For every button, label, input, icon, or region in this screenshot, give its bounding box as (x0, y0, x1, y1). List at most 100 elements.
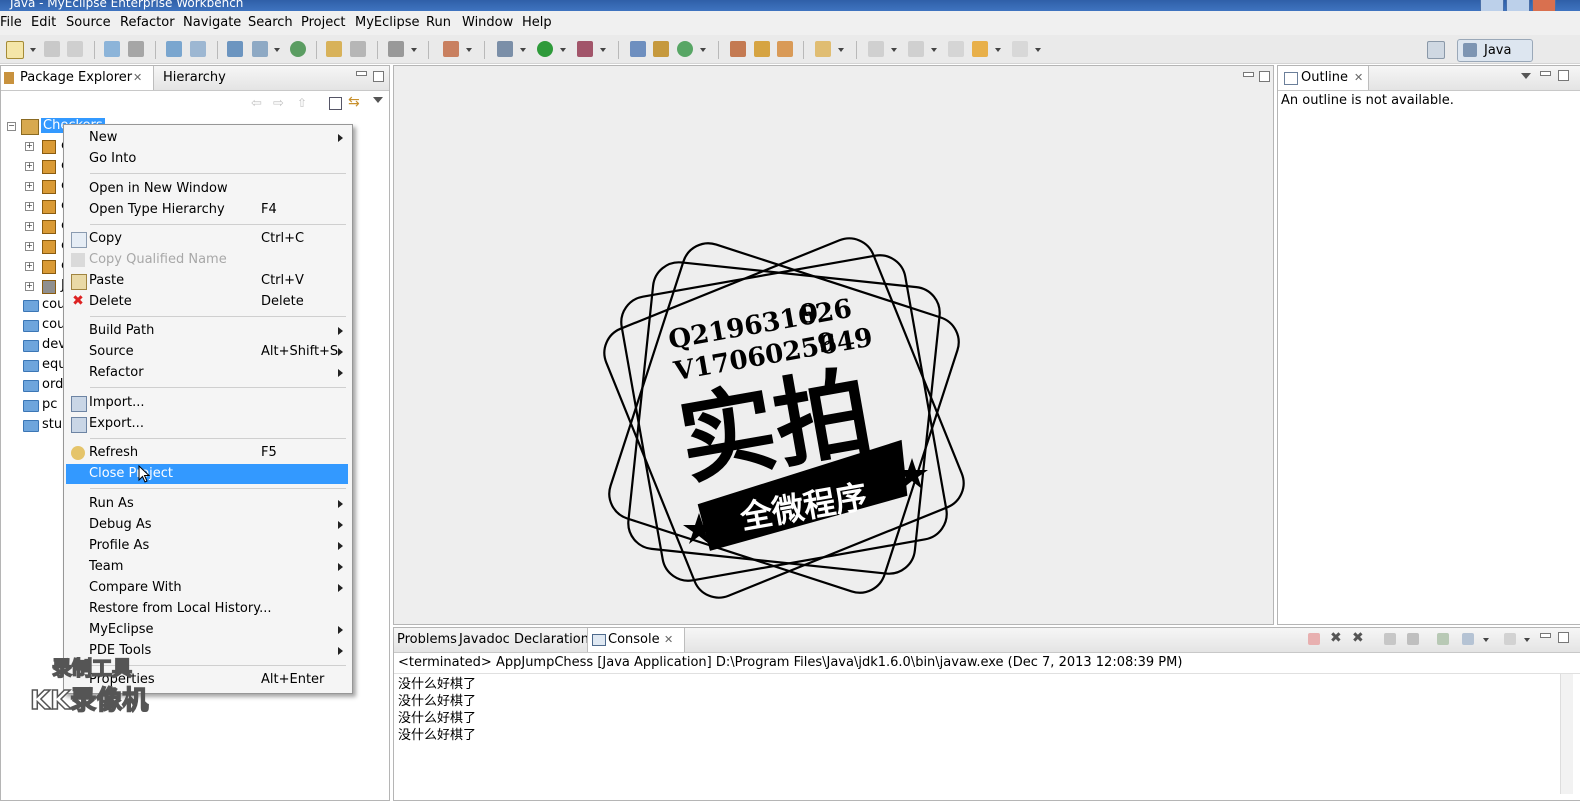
minimize-button[interactable] (1480, 0, 1504, 11)
menu-window[interactable]: Window (462, 15, 513, 30)
maximize-view-icon[interactable] (1558, 632, 1569, 643)
dropdown-arrow-icon[interactable] (995, 48, 1001, 52)
menu-item-myeclipse[interactable]: MyEclipse (66, 620, 348, 640)
minimize-view-icon[interactable] (1540, 633, 1551, 638)
save-icon[interactable] (44, 41, 60, 57)
minimize-view-icon[interactable] (1540, 71, 1551, 76)
dropdown-arrow-icon[interactable] (931, 48, 937, 52)
next-annotation-icon[interactable] (868, 41, 884, 57)
open-perspective-icon[interactable] (1427, 41, 1445, 59)
tab-declaration[interactable]: Declaration (514, 628, 589, 652)
display-console-icon[interactable] (1462, 633, 1474, 645)
terminate-icon[interactable] (1308, 633, 1320, 645)
forward-icon[interactable]: ⇨ (273, 96, 284, 111)
menu-item-debug-as[interactable]: Debug As (66, 515, 348, 535)
new-class-icon[interactable] (677, 41, 693, 57)
previous-annotation-icon[interactable] (908, 41, 924, 57)
menu-item-source[interactable]: Source Alt+Shift+S (66, 342, 348, 362)
menu-project[interactable]: Project (301, 15, 345, 30)
tab-outline[interactable]: Outline ✕ (1278, 66, 1369, 90)
dropdown-arrow-icon[interactable] (274, 48, 280, 52)
dropdown-arrow-icon[interactable] (30, 48, 36, 52)
java-perspective-button[interactable]: Java (1457, 39, 1533, 62)
new-icon[interactable] (6, 41, 24, 59)
collapse-all-icon[interactable] (329, 97, 342, 110)
menu-item-run-as[interactable]: Run As (66, 494, 348, 514)
tree-item[interactable]: +c (25, 258, 68, 276)
tools-icon[interactable] (443, 41, 459, 57)
external-tools-icon[interactable] (577, 41, 593, 57)
open-console-icon[interactable] (1504, 633, 1516, 645)
deploy-icon[interactable] (227, 41, 243, 57)
menu-item-refactor[interactable]: Refactor (66, 363, 348, 383)
menu-item-profile-as[interactable]: Profile As (66, 536, 348, 556)
menu-item-team[interactable]: Team (66, 557, 348, 577)
close-tab-icon[interactable]: ✕ (133, 66, 142, 90)
link-with-editor-icon[interactable]: ⇆ (348, 94, 360, 110)
back-icon[interactable]: ⇦ (251, 96, 262, 111)
tree-item[interactable]: +c (25, 198, 68, 216)
menu-item-compare-with[interactable]: Compare With (66, 578, 348, 598)
dropdown-arrow-icon[interactable] (600, 48, 606, 52)
menu-item-copy[interactable]: Copy Ctrl+C (66, 229, 348, 249)
menu-item-restore-local-history[interactable]: Restore from Local History... (66, 599, 348, 619)
build-icon[interactable] (104, 41, 120, 57)
search-icon[interactable] (777, 41, 793, 57)
scroll-lock-icon[interactable] (1407, 633, 1419, 645)
new-java-project-icon[interactable] (630, 41, 646, 57)
server-icon[interactable] (166, 41, 182, 57)
menu-navigate[interactable]: Navigate (183, 15, 241, 30)
maximize-button[interactable] (1506, 0, 1530, 11)
console-scrollbar[interactable] (1560, 674, 1573, 794)
tab-console[interactable]: Console ✕ (587, 628, 685, 652)
open-file-icon[interactable] (350, 41, 366, 57)
dropdown-arrow-icon[interactable] (466, 48, 472, 52)
forward-arrow-icon[interactable] (1012, 41, 1028, 57)
menu-run[interactable]: Run (426, 15, 451, 30)
menu-item-paste[interactable]: Paste Ctrl+V (66, 271, 348, 291)
menu-item-open-in-new-window[interactable]: Open in New Window (66, 179, 348, 199)
menu-item-new[interactable]: New (66, 128, 348, 148)
menu-item-open-type-hierarchy[interactable]: Open Type Hierarchy F4 (66, 200, 348, 220)
dropdown-arrow-icon[interactable] (1524, 638, 1530, 642)
menu-file[interactable]: File (0, 15, 22, 30)
up-icon[interactable]: ⇧ (297, 96, 307, 110)
new-package-icon[interactable] (653, 41, 669, 57)
dropdown-arrow-icon[interactable] (1483, 638, 1489, 642)
maximize-view-icon[interactable] (1558, 70, 1569, 81)
menu-item-go-into[interactable]: Go Into (66, 149, 348, 169)
tab-problems[interactable]: Problems (397, 628, 457, 652)
dropdown-arrow-icon[interactable] (838, 48, 844, 52)
publish-icon[interactable] (252, 41, 268, 57)
dropdown-arrow-icon[interactable] (560, 48, 566, 52)
menu-myeclipse[interactable]: MyEclipse (355, 15, 420, 30)
collapse-icon[interactable]: − (7, 122, 16, 131)
dropdown-arrow-icon[interactable] (520, 48, 526, 52)
menu-help[interactable]: Help (522, 15, 552, 30)
minimize-view-icon[interactable] (356, 71, 367, 76)
maximize-view-icon[interactable] (373, 71, 384, 82)
tab-javadoc[interactable]: Javadoc (459, 628, 511, 652)
menu-edit[interactable]: Edit (31, 15, 56, 30)
minimize-view-icon[interactable] (1243, 72, 1254, 77)
tree-item[interactable]: +c (25, 158, 68, 176)
menu-item-delete[interactable]: ✖ Delete Delete (66, 292, 348, 312)
menu-search[interactable]: Search (248, 15, 293, 30)
menu-item-import[interactable]: Import... (66, 393, 348, 413)
tab-package-explorer[interactable]: Package Explorer ✕ (1, 66, 154, 90)
pin-console-icon[interactable] (1437, 633, 1449, 645)
menu-source[interactable]: Source (66, 15, 111, 30)
open-task-icon[interactable] (754, 41, 770, 57)
tree-item[interactable]: +c (25, 138, 68, 156)
calendar-icon[interactable] (128, 41, 144, 57)
close-button[interactable] (1532, 0, 1556, 11)
close-tab-icon[interactable]: ✕ (664, 628, 673, 652)
save-all-icon[interactable] (67, 41, 83, 57)
menu-item-refresh[interactable]: Refresh F5 (66, 443, 348, 463)
tree-item[interactable]: +c (25, 178, 68, 196)
maximize-view-icon[interactable] (1259, 71, 1270, 82)
annotation-icon[interactable] (815, 41, 831, 57)
camera-icon[interactable] (388, 41, 404, 57)
run-icon[interactable] (537, 41, 553, 57)
remove-launch-icon[interactable]: ✖ (1330, 630, 1342, 646)
